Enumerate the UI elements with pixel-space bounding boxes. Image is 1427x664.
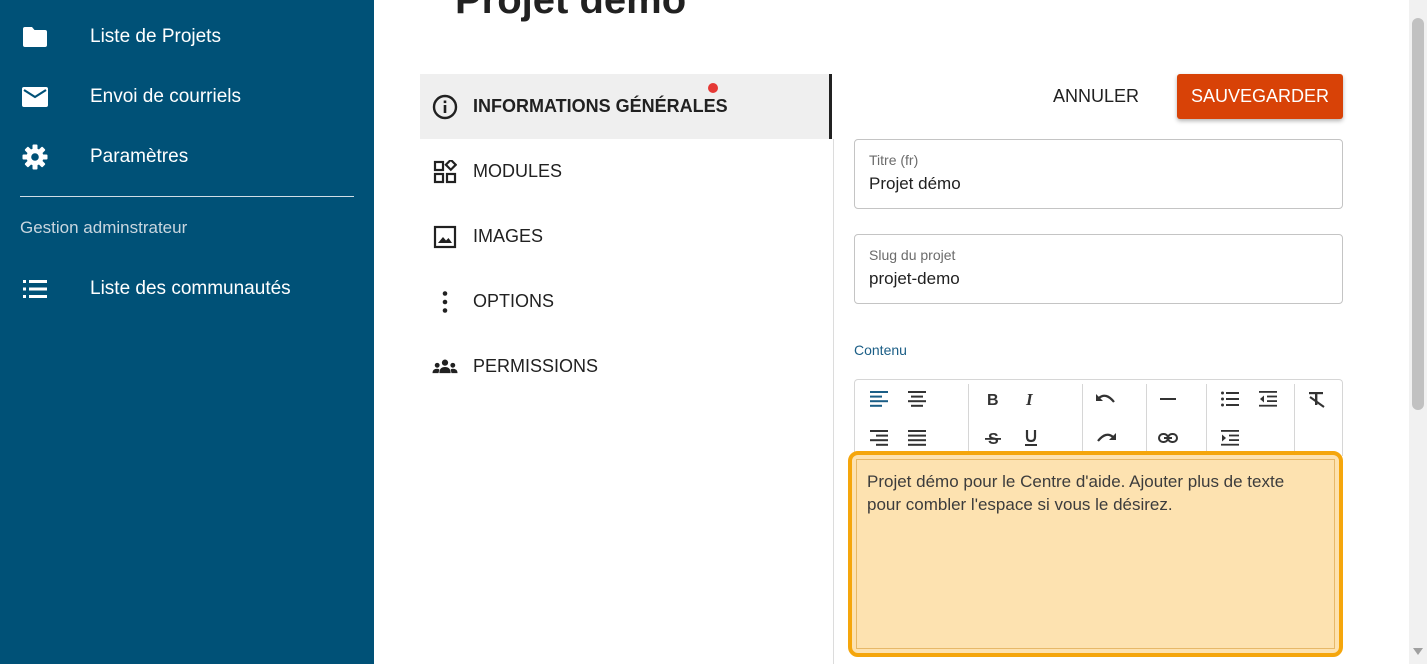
svg-text:B: B xyxy=(987,392,999,407)
title-input[interactable] xyxy=(869,174,1319,194)
sidebar-item-emails[interactable]: Envoi de courriels xyxy=(0,77,374,117)
list-icon xyxy=(22,276,48,302)
more-vertical-icon xyxy=(432,289,458,315)
sidebar-item-label: Envoi de courriels xyxy=(90,86,242,107)
sidebar-item-label: Paramètres xyxy=(90,146,189,167)
undo-icon[interactable] xyxy=(1092,385,1120,413)
toolbar-separator xyxy=(1146,384,1147,456)
info-icon xyxy=(432,94,458,120)
content-label: Contenu xyxy=(854,342,907,358)
toolbar-separator xyxy=(968,384,969,456)
svg-text:I: I xyxy=(1025,391,1034,407)
cancel-button[interactable]: ANNULER xyxy=(1040,74,1152,118)
sidebar-item-settings[interactable]: Paramètres xyxy=(0,137,374,177)
editor-toolbar: B I S xyxy=(854,379,1343,456)
bold-icon[interactable]: B xyxy=(979,385,1007,413)
outdent-icon[interactable] xyxy=(1254,385,1282,413)
article-icon xyxy=(405,0,445,5)
scrollbar-thumb[interactable] xyxy=(1412,18,1424,410)
clear-format-icon[interactable] xyxy=(1303,385,1331,413)
slug-field[interactable]: Slug du projet xyxy=(854,234,1343,304)
italic-icon[interactable]: I xyxy=(1017,385,1045,413)
toolbar-separator xyxy=(1294,384,1295,456)
content-text[interactable]: Projet démo pour le Centre d'aide. Ajout… xyxy=(867,470,1317,516)
title-field[interactable]: Titre (fr) xyxy=(854,139,1343,209)
toolbar-separator xyxy=(1206,384,1207,456)
column-divider xyxy=(833,139,834,664)
widgets-icon xyxy=(432,159,458,185)
slug-field-label: Slug du projet xyxy=(869,247,956,263)
tab-label: OPTIONS xyxy=(473,291,555,311)
sidebar-item-communities[interactable]: Liste des communautés xyxy=(0,269,374,309)
align-left-icon[interactable] xyxy=(865,385,893,413)
link-icon[interactable] xyxy=(1154,424,1182,452)
page-header: Projet démo xyxy=(405,0,686,22)
bullet-list-icon[interactable] xyxy=(1216,385,1244,413)
tab-label: IMAGES xyxy=(473,226,544,246)
strikethrough-icon[interactable]: S xyxy=(979,424,1007,452)
active-tab-indicator xyxy=(829,74,832,139)
scrollbar[interactable] xyxy=(1409,0,1427,664)
align-right-icon[interactable] xyxy=(865,424,893,452)
sidebar-section-label: Gestion adminstrateur xyxy=(20,218,188,237)
group-icon xyxy=(432,354,458,380)
gear-icon xyxy=(22,144,48,170)
sidebar-item-label: Liste de Projets xyxy=(90,26,221,47)
page-title: Projet démo xyxy=(455,0,686,23)
scroll-down-arrow-icon[interactable] xyxy=(1413,648,1423,655)
tab-general-info[interactable]: INFORMATIONS GÉNÉRALES xyxy=(420,74,830,139)
title-field-label: Titre (fr) xyxy=(869,152,919,168)
tab-images[interactable]: IMAGES xyxy=(420,204,830,269)
align-justify-icon[interactable] xyxy=(903,424,931,452)
horizontal-rule-icon[interactable] xyxy=(1154,385,1182,413)
content-editor[interactable]: Projet démo pour le Centre d'aide. Ajout… xyxy=(848,451,1343,657)
indent-icon[interactable] xyxy=(1216,424,1244,452)
tab-modules[interactable]: MODULES xyxy=(420,139,830,204)
sidebar-divider xyxy=(20,196,354,197)
tab-options[interactable]: OPTIONS xyxy=(420,269,830,334)
align-center-icon[interactable] xyxy=(903,385,931,413)
mail-icon xyxy=(22,84,48,110)
tab-label: PERMISSIONS xyxy=(473,356,599,376)
image-icon xyxy=(432,224,458,250)
tab-label: INFORMATIONS GÉNÉRALES xyxy=(473,96,728,116)
sidebar-item-label: Liste des communautés xyxy=(90,278,291,299)
save-button[interactable]: SAUVEGARDER xyxy=(1177,74,1343,119)
sidebar-item-projects[interactable]: Liste de Projets xyxy=(0,17,374,57)
tab-label: MODULES xyxy=(473,161,563,181)
folder-icon xyxy=(22,24,48,50)
slug-input[interactable] xyxy=(869,269,1319,289)
underline-icon[interactable] xyxy=(1017,424,1045,452)
toolbar-separator xyxy=(1082,384,1083,456)
notification-badge xyxy=(708,83,718,93)
sidebar: Liste de Projets Envoi de courriels Para… xyxy=(0,0,374,664)
tab-permissions[interactable]: PERMISSIONS xyxy=(420,334,830,399)
redo-icon[interactable] xyxy=(1092,424,1120,452)
